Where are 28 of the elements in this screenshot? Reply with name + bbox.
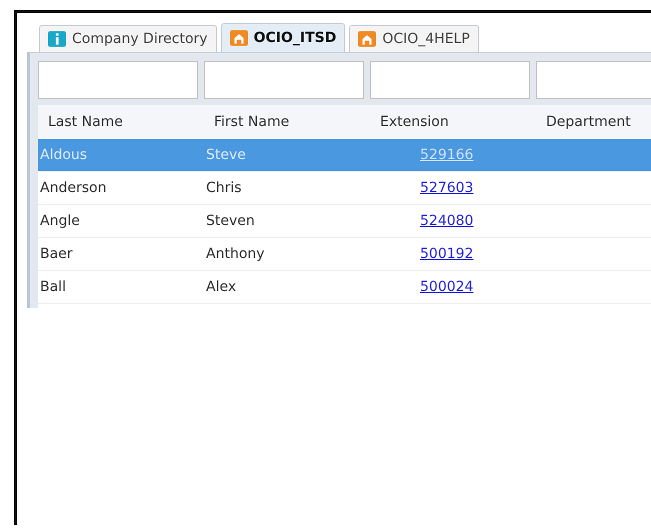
tab[interactable]: OCIO_ITSD — [220, 23, 346, 52]
info-icon — [48, 31, 66, 47]
table-cell-text: Alex — [205, 279, 238, 295]
table-cell-text: Baer — [39, 246, 74, 262]
table-cell-text: Steve — [205, 147, 247, 163]
table-cell-text: Anderson — [39, 180, 108, 196]
house-icon — [358, 31, 376, 47]
column-header[interactable]: Last Name — [38, 114, 204, 130]
tab[interactable]: Company Directory — [39, 25, 217, 52]
table-cell-text: Chris — [205, 180, 243, 196]
filter-field[interactable] — [204, 61, 364, 99]
column-header[interactable]: First Name — [204, 114, 370, 130]
tab[interactable]: OCIO_4HELP — [349, 25, 479, 52]
house-icon — [230, 30, 248, 46]
table-cell-text: Ball — [39, 279, 67, 295]
filter-field[interactable] — [370, 61, 530, 99]
table-cell-text: Steven — [205, 213, 256, 229]
extension-link[interactable]: 500024 — [420, 279, 474, 295]
filter-field[interactable] — [38, 61, 198, 99]
extension-link[interactable]: 527603 — [420, 180, 474, 196]
table-cell-text: Anthony — [205, 246, 266, 262]
extension-link[interactable]: 500192 — [420, 246, 474, 262]
table-cell-text: Aldous — [39, 147, 88, 163]
table-cell-text: Angle — [39, 213, 81, 229]
filter-field[interactable] — [536, 61, 651, 99]
column-header[interactable]: Extension — [370, 114, 536, 130]
column-header[interactable]: Department — [536, 114, 651, 130]
extension-link[interactable]: 524080 — [420, 213, 474, 229]
